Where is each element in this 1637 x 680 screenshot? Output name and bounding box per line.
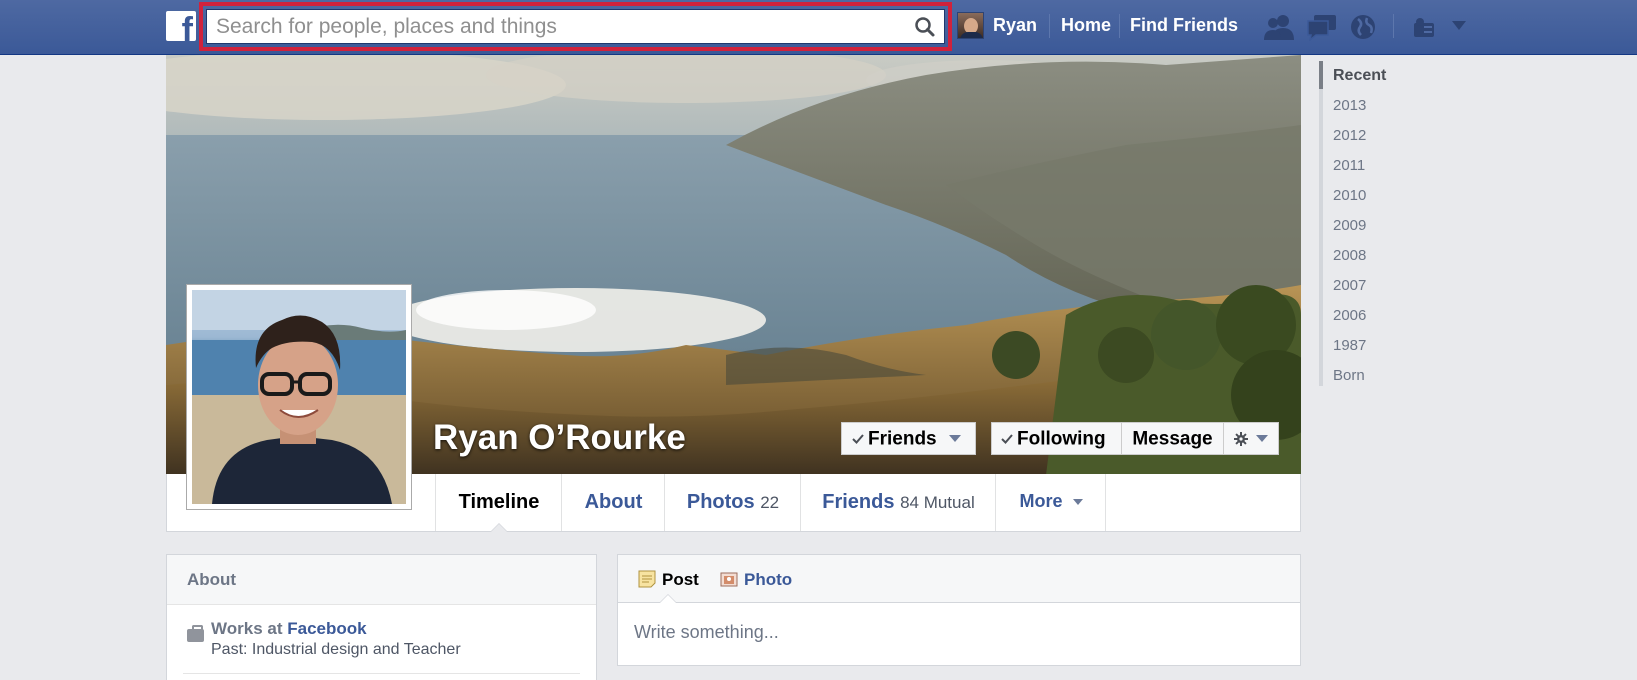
home-link[interactable]: Home (1061, 15, 1111, 36)
messages-icon[interactable] (1306, 13, 1338, 41)
user-name-link[interactable]: Ryan (993, 15, 1037, 36)
search-input[interactable] (207, 10, 944, 43)
employer-link[interactable]: Facebook (287, 619, 366, 638)
profile-picture[interactable] (186, 284, 412, 510)
status-input[interactable] (618, 604, 1300, 664)
privacy-shortcuts-icon[interactable] (1412, 13, 1438, 41)
following-button[interactable]: Following (991, 422, 1122, 455)
checkmark-icon (852, 434, 864, 444)
friends-button[interactable]: Friends (841, 422, 976, 455)
profile-photo-image (192, 290, 406, 504)
search-box[interactable] (206, 9, 945, 44)
status-note-icon (638, 570, 656, 588)
friend-requests-icon[interactable] (1262, 13, 1296, 41)
tab-timeline[interactable]: Timeline (435, 474, 562, 532)
work-info: Works at Facebook Past: Industrial desig… (167, 605, 596, 659)
composer-tab-photo[interactable]: Photo (720, 570, 792, 590)
about-card: About Works at Facebook Past: Industrial… (166, 554, 597, 680)
checkmark-icon (1001, 434, 1013, 444)
nav-divider (1119, 14, 1120, 38)
timeline-year-navigation: Recent 2013 2012 2011 2010 2009 2008 200… (1319, 61, 1439, 391)
year-item-2013[interactable]: 2013 (1319, 91, 1439, 121)
message-button[interactable]: Message (1121, 422, 1224, 455)
settings-menu-button[interactable] (1223, 422, 1279, 455)
find-friends-link[interactable]: Find Friends (1130, 15, 1238, 36)
chevron-down-icon (1072, 499, 1083, 506)
tab-about[interactable]: About (561, 474, 665, 531)
user-avatar[interactable] (957, 12, 984, 39)
year-item-2012[interactable]: 2012 (1319, 121, 1439, 151)
tab-friends[interactable]: Friends 84 Mutual (800, 474, 996, 531)
year-item-2006[interactable]: 2006 (1319, 301, 1439, 331)
composer-tab-post[interactable]: Post (638, 570, 699, 590)
briefcase-icon (187, 625, 204, 642)
year-item-1987[interactable]: 1987 (1319, 331, 1439, 361)
gear-icon (1234, 431, 1248, 446)
nav-divider (1049, 14, 1050, 38)
about-card-title[interactable]: About (167, 555, 596, 605)
year-item-2010[interactable]: 2010 (1319, 181, 1439, 211)
top-navigation-bar: f Ryan Home Find Friends (0, 0, 1637, 55)
year-item-2011[interactable]: 2011 (1319, 151, 1439, 181)
year-item-2008[interactable]: 2008 (1319, 241, 1439, 271)
tab-more[interactable]: More (995, 474, 1106, 531)
year-item-recent[interactable]: Recent (1319, 61, 1439, 91)
nav-divider (1393, 14, 1394, 38)
profile-name[interactable]: Ryan O’Rourke (433, 418, 686, 458)
chevron-down-icon (1256, 435, 1268, 443)
photo-icon (720, 572, 738, 587)
year-item-born[interactable]: Born (1319, 361, 1439, 391)
search-icon[interactable] (914, 16, 936, 38)
post-composer: Post Photo (617, 554, 1301, 666)
account-settings-chevron-down-icon[interactable] (1452, 21, 1466, 31)
past-work-text: Past: Industrial design and Teacher (211, 641, 461, 658)
tab-divider (1105, 474, 1106, 531)
tab-photos[interactable]: Photos 22 (664, 474, 801, 531)
facebook-logo-icon[interactable]: f (166, 11, 196, 41)
divider (183, 673, 580, 674)
year-item-2009[interactable]: 2009 (1319, 211, 1439, 241)
chevron-down-icon (948, 435, 961, 443)
notifications-globe-icon[interactable] (1349, 13, 1377, 41)
year-item-2007[interactable]: 2007 (1319, 271, 1439, 301)
